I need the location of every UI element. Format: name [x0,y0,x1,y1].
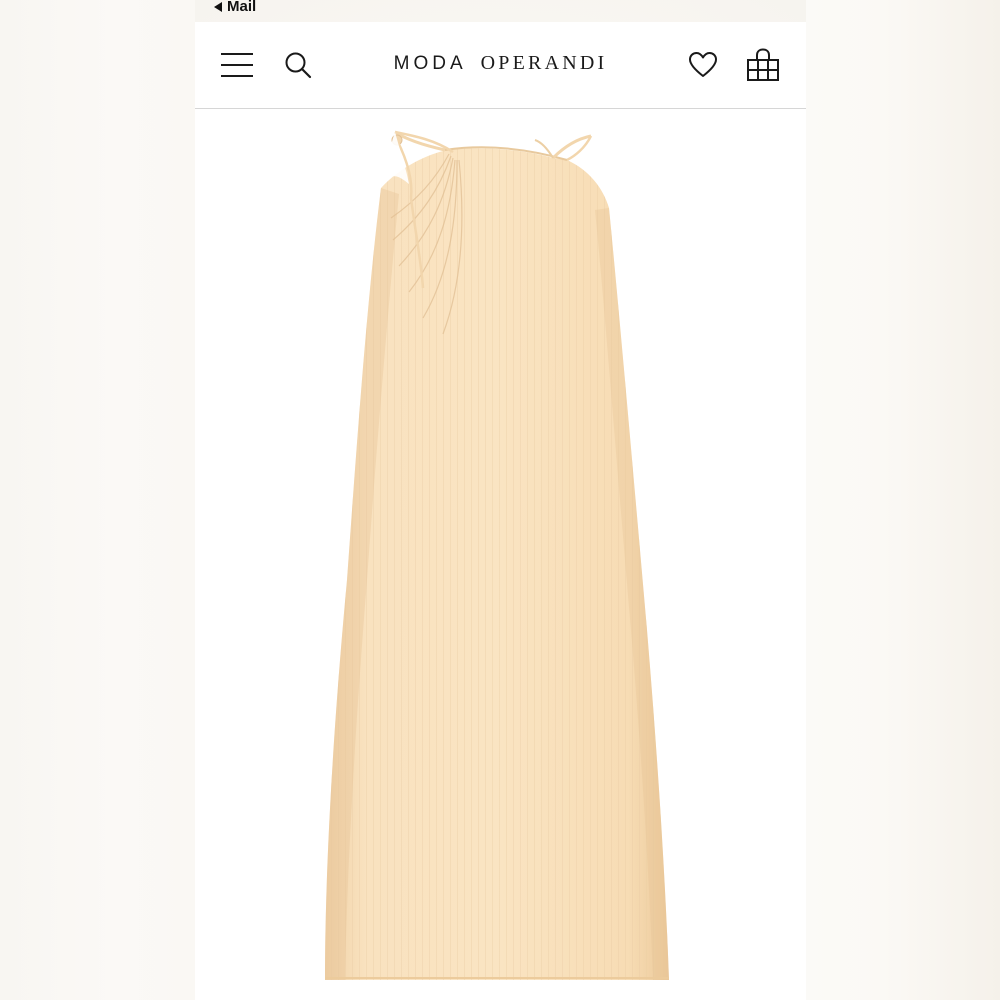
brand-word-moda: MODA [393,53,467,74]
menu-button[interactable] [217,22,257,108]
back-to-mail-button[interactable]: Mail [214,0,256,15]
product-image-area[interactable] [195,110,806,1000]
shopping-bag-icon [747,48,779,81]
background-right [806,0,1000,1000]
header-bar: MODA OPERANDI [195,22,806,109]
brand-logo[interactable]: MODA OPERANDI [345,52,656,78]
search-button[interactable] [281,22,315,108]
product-image-dress[interactable] [195,110,806,1000]
back-arrow-icon [214,1,222,12]
search-icon [285,52,312,79]
brand-word-operandi: OPERANDI [480,52,608,74]
wishlist-button[interactable] [685,22,721,108]
heart-icon [689,52,717,77]
back-label: Mail [227,0,257,15]
menu-icon [221,53,253,77]
background-left [0,0,195,1000]
shopping-bag-button[interactable] [743,22,783,108]
screen: MODA OPERANDI [195,22,806,1000]
